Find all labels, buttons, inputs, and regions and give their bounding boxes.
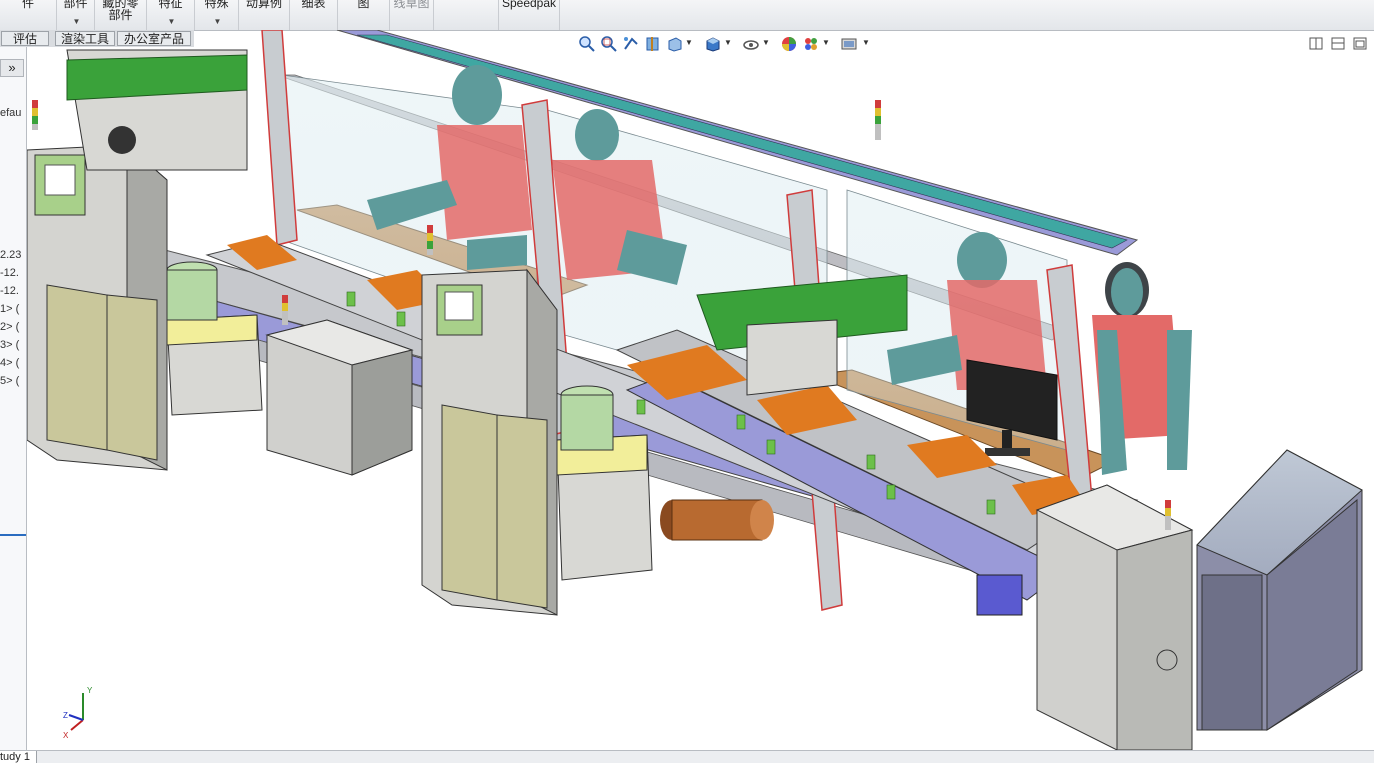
ribbon-label: 图 (357, 0, 370, 10)
ribbon-button-8[interactable]: 线草图 (390, 0, 434, 30)
operator-mannequin (1092, 262, 1192, 475)
right-enclosure (1196, 449, 1363, 731)
feature-manager-panel: » efau 2.23 -12. -12. 1> ( 2> ( 3> ( 4> … (0, 47, 27, 750)
dropdown-arrow-icon[interactable]: ▼ (214, 16, 222, 28)
z-axis (68, 714, 84, 721)
triad-z-label: Z (63, 711, 68, 720)
triad-y-label: Y (87, 686, 93, 695)
triad-x-label: X (63, 731, 69, 740)
dropdown-arrow-icon[interactable]: ▼ (862, 38, 870, 47)
ribbon-button-speedpak[interactable]: Speedpak (498, 0, 560, 30)
tree-item[interactable]: 3> ( (0, 339, 19, 351)
dropdown-arrow-icon[interactable]: ▼ (822, 38, 830, 47)
tree-item[interactable]: -12. (0, 285, 19, 297)
electrical-cabinet (265, 319, 414, 476)
collapse-panel-button[interactable]: » (0, 59, 24, 77)
maximize-icon[interactable] (1353, 37, 1367, 50)
section-view-icon[interactable] (644, 35, 662, 53)
tree-item[interactable]: 2> ( (0, 321, 19, 333)
ribbon-button-0[interactable]: 件 (0, 0, 57, 30)
dropdown-arrow-icon[interactable]: ▼ (762, 38, 770, 47)
ribbon-button-4[interactable]: 特殊 ▼ (195, 0, 239, 30)
ribbon-label: 特征 (158, 0, 183, 10)
motion-study-tab[interactable]: tudy 1 (0, 751, 37, 763)
previous-view-icon[interactable] (622, 35, 640, 53)
tree-item[interactable]: efau (0, 107, 21, 119)
command-manager-ribbon: 件 部件 ▼ 藏的零 部件 特征 ▼ 特殊 ▼ 动算例 细表 图 线草图 Spe… (0, 0, 1374, 31)
ribbon-label: 线草图 (393, 0, 430, 10)
reference-triad: Y X Z (63, 686, 93, 740)
zoom-to-fit-icon[interactable] (578, 35, 596, 53)
ribbon-label: 部件 (63, 0, 88, 10)
tree-item[interactable]: 5> ( (0, 375, 19, 387)
ribbon-button-5[interactable]: 动算例 (239, 0, 290, 30)
ribbon-label: 细表 (301, 0, 326, 10)
panel-divider[interactable] (0, 534, 26, 536)
status-bar: tudy 1 (0, 750, 1374, 763)
x-axis (70, 719, 84, 731)
dropdown-arrow-icon[interactable]: ▼ (724, 38, 732, 47)
tree-item[interactable]: 1> ( (0, 303, 19, 315)
ribbon-button-7[interactable]: 图 (338, 0, 390, 30)
tree-item[interactable]: 2.23 (0, 249, 21, 261)
ribbon-label: 动算例 (245, 0, 282, 10)
graphics-viewport[interactable]: Y X Z (25, 29, 1374, 751)
ribbon-label: Speedpak (501, 0, 557, 10)
apply-scene-icon[interactable] (802, 35, 820, 53)
dropdown-arrow-icon[interactable]: ▼ (73, 16, 81, 28)
tile-horizontal-icon[interactable] (1309, 37, 1323, 50)
tree-item[interactable]: 4> ( (0, 357, 19, 369)
dropdown-arrow-icon[interactable]: ▼ (685, 38, 693, 47)
zoom-area-icon[interactable] (600, 35, 618, 53)
view-settings-icon[interactable] (840, 35, 858, 53)
ribbon-button-2[interactable]: 藏的零 部件 (95, 0, 147, 30)
tile-vertical-icon[interactable] (1331, 37, 1345, 50)
assembly-model[interactable] (25, 29, 1374, 751)
display-style-icon[interactable] (704, 35, 722, 53)
tree-item[interactable]: -12. (0, 267, 19, 279)
edit-appearance-icon[interactable] (780, 35, 798, 53)
hide-show-icon[interactable] (742, 35, 760, 53)
ribbon-label-line2: 部件 (108, 8, 133, 22)
air-tank (660, 499, 774, 541)
ribbon-label: 件 (21, 0, 34, 10)
viewport-window-controls (1309, 37, 1367, 50)
dropdown-arrow-icon[interactable]: ▼ (168, 16, 176, 28)
ribbon-button-6[interactable]: 细表 (290, 0, 338, 30)
ribbon-button-1[interactable]: 部件 ▼ (57, 0, 95, 30)
ribbon-label: 特殊 (204, 0, 229, 10)
view-orientation-icon[interactable] (666, 35, 684, 53)
ribbon-button-3[interactable]: 特征 ▼ (147, 0, 195, 30)
